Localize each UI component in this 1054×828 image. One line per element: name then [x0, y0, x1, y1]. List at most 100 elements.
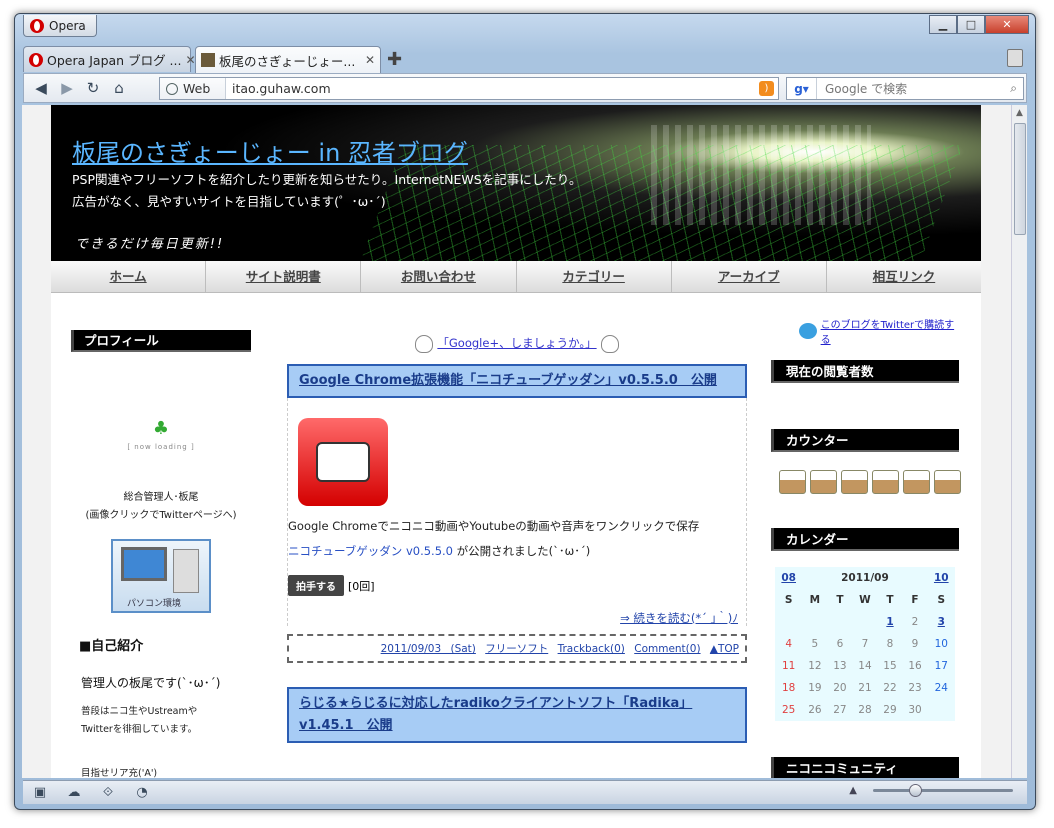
- post-comment-link[interactable]: Comment(0): [634, 643, 700, 655]
- cal-day: 12: [808, 660, 822, 672]
- admin-caption: 総合管理人･板尾 (画像クリックでTwitterページへ): [71, 489, 251, 525]
- calendar-widget: 08 2011/09 10 SMTWTFS 123 4 5 6 7 8 9 10 11 12 13 1…: [775, 567, 955, 721]
- nav-contact[interactable]: お問い合わせ: [361, 261, 517, 292]
- counter-digit-icon: [934, 470, 961, 494]
- tab-itao-blog[interactable]: 板尾のさぎょーじょー... ✕: [195, 46, 381, 73]
- blog-favicon-icon: [201, 53, 215, 67]
- forward-icon[interactable]: ▶: [54, 79, 80, 97]
- cal-day-head: T: [836, 594, 844, 606]
- post-date-link[interactable]: 2011/09/03 (Sat): [381, 643, 476, 655]
- cal-day: 7: [861, 638, 869, 650]
- clap-count: [0回]: [348, 579, 375, 593]
- admin-line-2: (画像クリックでTwitterページへ): [85, 510, 237, 521]
- tab-close-icon[interactable]: ✕: [365, 53, 375, 67]
- post-title-link[interactable]: らじる★らじるに対応したradikoクライアントソフト「Radika」v1.45…: [287, 687, 747, 743]
- blog-banner: 板尾のさぎょーじょー in 忍者ブログ PSP関連やフリーソフトを紹介したり更新…: [51, 105, 981, 261]
- reload-icon[interactable]: ↻: [80, 79, 106, 97]
- calendar-heading: カレンダー: [771, 528, 959, 551]
- status-bar: ▣ ☁ ⟐ ◔ ▲: [23, 780, 1027, 804]
- back-to-top-link[interactable]: ▲TOP: [710, 643, 739, 655]
- pc-environment-link[interactable]: パソコン環境: [111, 539, 211, 613]
- post-inline-link[interactable]: ニコチューブゲッダン v0.5.5.0: [288, 544, 453, 558]
- post-trackback-link[interactable]: Trackback(0): [558, 643, 625, 655]
- cal-day: 22: [883, 682, 897, 694]
- close-button[interactable]: ✕: [985, 15, 1029, 34]
- cal-day-head: W: [859, 594, 871, 606]
- blog-title-link[interactable]: 板尾のさぎょーじょー in 忍者ブログ: [72, 133, 468, 168]
- cal-next-link[interactable]: 10: [934, 572, 949, 584]
- monitor-icon: [121, 547, 167, 581]
- maximize-button[interactable]: □: [957, 15, 985, 34]
- new-tab-icon[interactable]: ✚: [387, 49, 402, 70]
- closed-tabs-trash-icon[interactable]: [1007, 49, 1023, 67]
- scroll-up-icon[interactable]: ▲: [1012, 105, 1027, 121]
- post-text: Google Chromeでニコニコ動画やYoutubeの動画や音声をワンクリッ…: [288, 519, 700, 533]
- site-info-badge[interactable]: Web: [160, 78, 226, 99]
- home-icon[interactable]: ⌂: [106, 79, 132, 97]
- nav-archive[interactable]: アーカイブ: [672, 261, 827, 292]
- back-icon[interactable]: ◀: [28, 79, 54, 97]
- tab-bar: Opera Japan ブログ ... ✕ 板尾のさぎょーじょー... ✕ ✚: [23, 46, 1027, 73]
- gplus-link[interactable]: 「Google+、しましょうか。」: [437, 336, 596, 350]
- cal-day-head: S: [784, 594, 793, 606]
- zoom-slider[interactable]: [873, 784, 1013, 797]
- cat-icon: [600, 334, 619, 353]
- banner-code-graphic: [651, 125, 871, 225]
- twitter-subscribe-link[interactable]: このブログをTwitterで購読する: [771, 320, 961, 346]
- cal-day-head: S: [937, 594, 946, 606]
- opera-menu-button[interactable]: Opera: [23, 15, 97, 37]
- blog-description-2: 広告がなく、見やすいサイトを目指しています(゜･ω･´): [72, 194, 386, 209]
- viewers-heading: 現在の閲覧者数: [771, 360, 959, 383]
- cal-day: 8: [886, 638, 894, 650]
- post-category-link[interactable]: フリーソフト: [485, 643, 548, 655]
- cal-day: 27: [833, 704, 847, 716]
- zoom-slider-knob[interactable]: [909, 784, 922, 797]
- cal-day: 19: [808, 682, 822, 694]
- opera-link-icon[interactable]: ⟐: [91, 785, 125, 800]
- main-content: 「Google+、しましょうか。」 Google Chrome拡張機能「ニコチュ…: [287, 330, 747, 743]
- cal-day: 13: [833, 660, 847, 672]
- cal-day-link[interactable]: 3: [938, 616, 945, 628]
- nav-site-guide[interactable]: サイト説明書: [206, 261, 362, 292]
- minimize-button[interactable]: ▁: [929, 15, 957, 34]
- post-footer: 2011/09/03 (Sat) フリーソフト Trackback(0) Com…: [287, 634, 747, 663]
- search-icon[interactable]: ⌕: [1010, 81, 1017, 96]
- post-body: Google Chromeでニコニコ動画やYoutubeの動画や音声をワンクリッ…: [287, 398, 747, 626]
- turbo-icon[interactable]: ◔: [125, 785, 159, 800]
- url-text: itao.guhaw.com: [232, 81, 331, 96]
- search-field[interactable]: g▾ Google で検索 ⌕: [786, 77, 1024, 100]
- post-title-link[interactable]: Google Chrome拡張機能「ニコチューブゲッダン」v0.5.5.0 公開: [287, 364, 747, 398]
- cal-day-link[interactable]: 1: [886, 616, 893, 628]
- rss-feed-icon[interactable]: ): [759, 81, 774, 96]
- globe-icon: [166, 82, 178, 95]
- opera-favicon-icon: [29, 52, 43, 67]
- google-engine-icon[interactable]: g▾: [787, 78, 817, 99]
- cal-prev-link[interactable]: 08: [781, 572, 796, 584]
- scrollbar-thumb[interactable]: [1014, 123, 1026, 235]
- cal-day: 25: [782, 704, 796, 716]
- nav-links[interactable]: 相互リンク: [827, 261, 981, 292]
- nav-home[interactable]: ホーム: [51, 261, 207, 292]
- vertical-scrollbar[interactable]: ▲: [1011, 105, 1027, 778]
- tab-opera-japan[interactable]: Opera Japan ブログ ... ✕: [23, 46, 196, 72]
- read-more-link[interactable]: ⇒ 続きを読む(*´ ｣｀)ﾉ: [288, 610, 746, 626]
- clap-button[interactable]: 拍手する: [288, 575, 344, 596]
- web-label: Web: [183, 81, 211, 96]
- blog-nav: ホーム サイト説明書 お問い合わせ カテゴリー アーカイブ 相互リンク: [51, 261, 981, 293]
- zoom-menu-icon[interactable]: ▲: [849, 785, 857, 796]
- tab-label: Opera Japan ブログ ...: [47, 53, 182, 68]
- intro-subtext: 普段はニコ生やUstreamや Twitterを徘徊しています。: [71, 703, 251, 739]
- cal-day: 23: [908, 682, 922, 694]
- cal-day: 24: [934, 682, 948, 694]
- tv-icon: [316, 442, 370, 482]
- cal-day: 5: [811, 638, 819, 650]
- blog-description-1: PSP関連やフリーソフトを紹介したり更新を知らせたり。InternetNEWSを…: [72, 172, 582, 187]
- counter-digit-icon: [810, 470, 837, 494]
- nav-category[interactable]: カテゴリー: [517, 261, 672, 292]
- panel-toggle-icon[interactable]: ▣: [23, 785, 57, 800]
- cal-day-head: T: [886, 594, 894, 606]
- address-bar[interactable]: Web itao.guhaw.com ): [159, 77, 779, 100]
- counter-digit-icon: [841, 470, 868, 494]
- cal-day: 18: [782, 682, 796, 694]
- opera-unite-icon[interactable]: ☁: [57, 785, 91, 800]
